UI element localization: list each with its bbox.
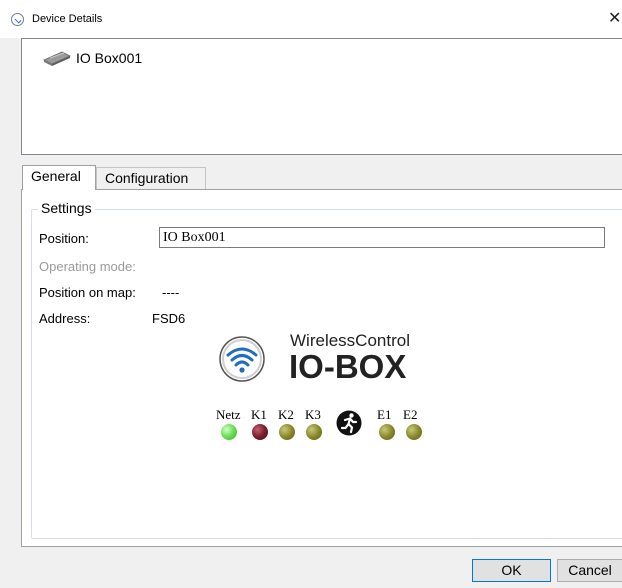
led-label-k3: K3 [305,407,321,422]
led-k2 [279,424,295,440]
led-e2 [406,424,422,440]
position-on-map-label: Position on map: [39,285,136,300]
position-on-map-value: ---- [162,285,180,300]
app-icon [11,13,24,26]
led-k3 [306,424,322,440]
logo-product: IO-BOX [289,348,407,385]
tree-item-label: IO Box001 [76,50,143,66]
wifi-icon [219,336,265,382]
cancel-button[interactable]: Cancel [557,559,622,582]
window-title: Device Details [32,13,103,25]
position-label: Position: [39,231,89,246]
address-value: FSD6 [152,311,186,326]
tab-configuration[interactable]: Configuration [96,167,206,189]
ok-button[interactable]: OK [472,559,551,582]
title-bar: Device Details ✕ [0,0,622,38]
device-tree[interactable]: IO Box001 [21,38,622,155]
position-input[interactable]: IO Box001 [159,227,605,248]
tab-general[interactable]: General [22,165,96,190]
led-label-k1: K1 [251,407,267,422]
led-label-k2: K2 [278,407,294,422]
address-label: Address: [39,311,91,326]
io-box-device-icon [43,51,71,66]
led-label-netz: Netz [216,407,241,422]
led-e1 [379,424,395,440]
emergency-exit-runner-icon [336,410,362,436]
tree-item-device[interactable]: IO Box001 [42,48,142,68]
led-label-e2: E2 [403,407,418,422]
close-icon[interactable]: ✕ [608,8,621,28]
settings-legend: Settings [38,200,95,216]
io-box-logo: WirelessControl IO-BOX [218,329,438,399]
led-label-e1: E1 [377,407,392,422]
led-netz [221,424,237,440]
led-k1 [252,424,268,440]
general-tab-panel: Settings Position: IO Box001 Operating m… [21,189,622,547]
operating-mode-label: Operating mode: [39,259,136,274]
